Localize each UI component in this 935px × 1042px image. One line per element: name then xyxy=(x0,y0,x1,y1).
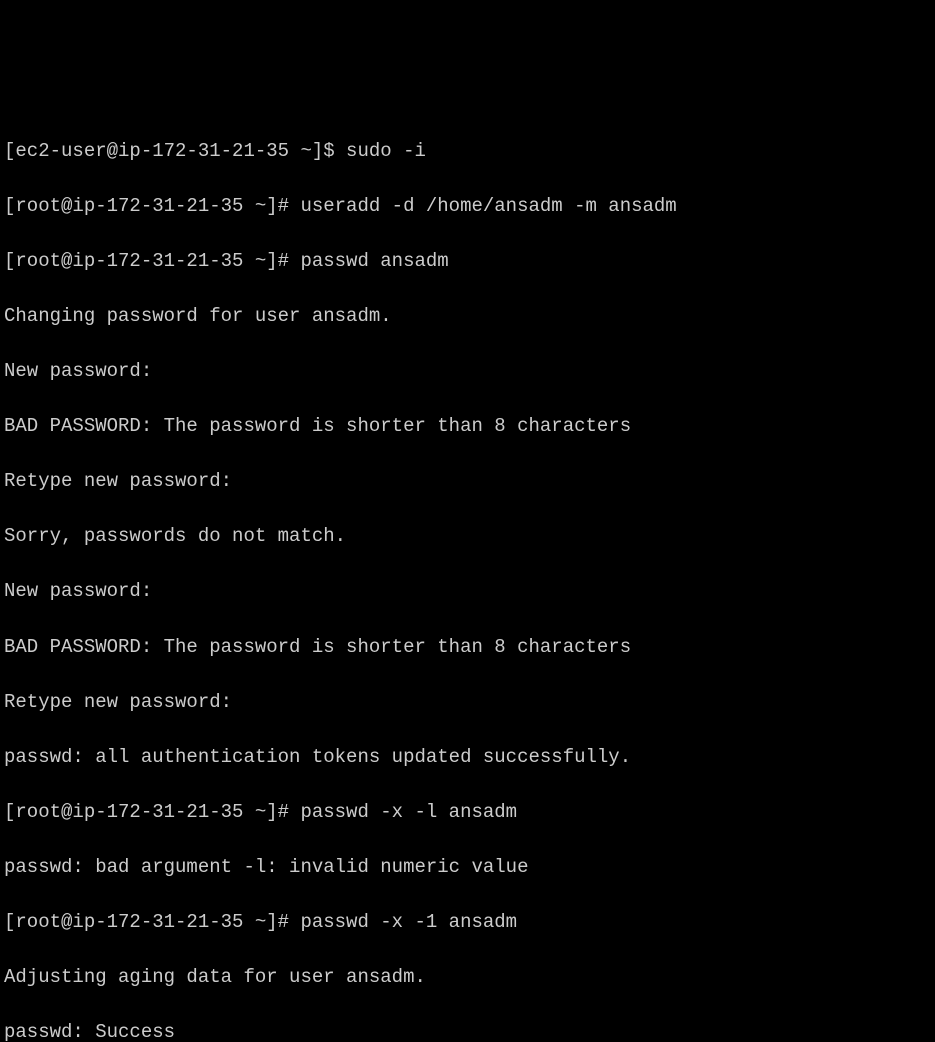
terminal-window[interactable]: [ec2-user@ip-172-31-21-35 ~]$ sudo -i [r… xyxy=(0,110,935,1042)
terminal-line: Sorry, passwords do not match. xyxy=(4,523,931,551)
terminal-line: [root@ip-172-31-21-35 ~]# passwd ansadm xyxy=(4,248,931,276)
terminal-line: Retype new password: xyxy=(4,468,931,496)
terminal-line: passwd: Success xyxy=(4,1019,931,1042)
terminal-line: passwd: all authentication tokens update… xyxy=(4,744,931,772)
terminal-line: New password: xyxy=(4,578,931,606)
terminal-line: BAD PASSWORD: The password is shorter th… xyxy=(4,413,931,441)
terminal-line: [root@ip-172-31-21-35 ~]# passwd -x -1 a… xyxy=(4,909,931,937)
terminal-line: Changing password for user ansadm. xyxy=(4,303,931,331)
terminal-line: passwd: bad argument -l: invalid numeric… xyxy=(4,854,931,882)
terminal-line: New password: xyxy=(4,358,931,386)
terminal-line: [root@ip-172-31-21-35 ~]# passwd -x -l a… xyxy=(4,799,931,827)
terminal-line: Retype new password: xyxy=(4,689,931,717)
terminal-line: BAD PASSWORD: The password is shorter th… xyxy=(4,634,931,662)
terminal-line: Adjusting aging data for user ansadm. xyxy=(4,964,931,992)
terminal-line: [ec2-user@ip-172-31-21-35 ~]$ sudo -i xyxy=(4,138,931,166)
terminal-line: [root@ip-172-31-21-35 ~]# useradd -d /ho… xyxy=(4,193,931,221)
